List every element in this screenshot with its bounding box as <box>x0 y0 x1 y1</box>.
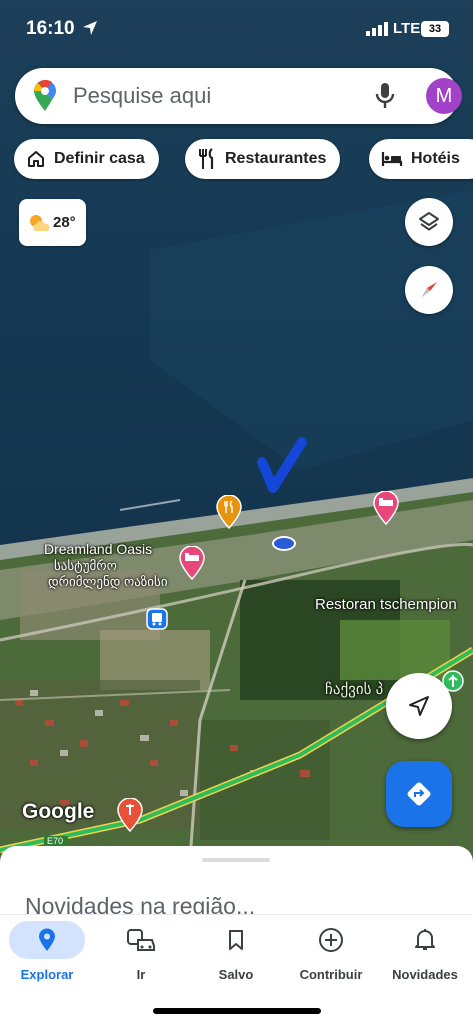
tab-go[interactable]: Ir <box>94 921 188 991</box>
sheet-drag-handle[interactable] <box>202 858 270 862</box>
map-label-dreamland-georgian-2: დრიმლენდ ოაზისი <box>48 574 168 589</box>
map-label-dreamland-georgian-1: სასტუმრო <box>54 558 117 573</box>
my-location-dot <box>272 536 296 551</box>
network-type: LTE <box>393 20 421 37</box>
hotel-pin-dreamland-icon[interactable] <box>179 546 205 580</box>
search-bar[interactable]: M <box>15 68 462 124</box>
tab-saved[interactable]: Salvo <box>189 921 283 991</box>
hotel-icon <box>381 152 403 166</box>
map-label-restaurant[interactable]: Restoran tschempion <box>315 596 457 613</box>
layers-button[interactable] <box>405 198 453 246</box>
signal-bars-icon <box>366 22 388 36</box>
bell-icon <box>415 929 435 950</box>
road-badge-e70: E70 <box>47 836 64 846</box>
tab-icon-wrap <box>293 921 369 959</box>
home-icon <box>28 151 44 167</box>
compass-icon <box>421 282 437 298</box>
restaurant-icon <box>199 148 214 169</box>
google-logo: Google <box>22 800 95 823</box>
layers-icon <box>419 212 439 231</box>
tab-icon-wrap <box>198 921 274 959</box>
battery-indicator: 33 <box>421 21 449 37</box>
tab-icon-wrap <box>387 921 463 959</box>
tab-contribute[interactable]: Contribuir <box>284 921 378 991</box>
my-location-button[interactable] <box>386 673 452 739</box>
tab-label: Ir <box>136 967 146 982</box>
tab-updates[interactable]: Novidades <box>378 921 472 991</box>
chip-label: Hotéis <box>411 150 460 167</box>
restaurant-pin-icon[interactable] <box>216 495 242 529</box>
tab-icon-wrap <box>103 921 179 959</box>
chip-set-home[interactable]: Definir casa <box>14 139 159 179</box>
add-circle-icon <box>319 928 343 952</box>
bookmark-icon <box>229 930 243 950</box>
hotel-pin-icon[interactable] <box>373 491 399 525</box>
tab-explore[interactable]: Explorar <box>0 921 94 991</box>
location-arrow-icon <box>83 21 97 35</box>
tab-label: Salvo <box>218 967 254 982</box>
status-time: 16:10 <box>26 18 75 39</box>
sheet-title: Novidades na região... <box>25 893 256 915</box>
partly-cloudy-icon <box>30 214 50 231</box>
navigation-arrow-icon <box>409 696 429 716</box>
weather-badge[interactable]: 28° <box>19 199 86 246</box>
explore-pin-icon <box>39 928 55 951</box>
search-input[interactable] <box>73 78 343 114</box>
google-maps-logo-icon <box>34 80 56 111</box>
microphone-icon[interactable] <box>375 82 395 110</box>
commute-icon <box>127 929 155 951</box>
tab-label: Novidades <box>392 967 458 982</box>
map-label-georgian-place: ჩაქვის პ <box>325 681 384 698</box>
compass-button[interactable] <box>405 266 453 314</box>
home-indicator[interactable] <box>153 1008 321 1014</box>
tab-label: Contribuir <box>299 967 363 982</box>
directions-icon <box>407 782 431 806</box>
tab-label: Explorar <box>20 967 74 982</box>
map-label-dreamland[interactable]: Dreamland Oasis <box>44 541 152 557</box>
directions-button[interactable] <box>386 761 452 827</box>
chip-label: Definir casa <box>54 150 145 167</box>
tab-icon-wrap <box>9 921 85 959</box>
chip-restaurants[interactable]: Restaurantes <box>185 139 341 179</box>
chip-hotels[interactable]: Hotéis <box>369 139 473 179</box>
food-pin-icon[interactable] <box>117 798 143 832</box>
weather-temperature: 28° <box>53 214 76 231</box>
bus-stop-icon[interactable] <box>146 608 168 630</box>
status-bar: 16:10 LTE 33 <box>0 0 473 56</box>
chip-label: Restaurantes <box>225 150 327 167</box>
account-avatar[interactable]: M <box>426 78 462 114</box>
